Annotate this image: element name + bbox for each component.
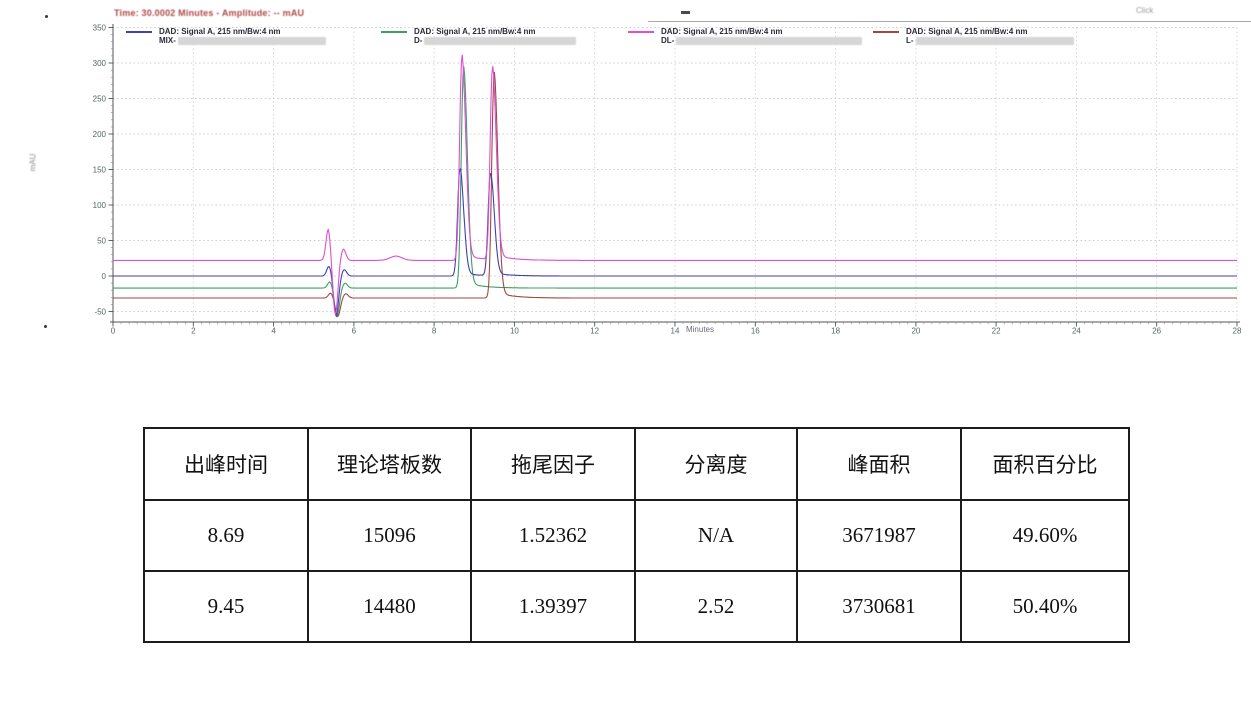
x-tick-label: 2 (191, 327, 196, 336)
tailing-factor-value: 1.39397 (471, 571, 635, 642)
trace-MIX (113, 169, 1237, 316)
y-tick-label: 50 (97, 236, 106, 245)
x-axis-title: Minutes (660, 325, 740, 334)
x-tick-label: 0 (111, 327, 116, 336)
y-tick-label: 100 (93, 201, 107, 210)
column-header-area-percent: 面积百分比 (961, 428, 1129, 500)
chromatogram-plot: 0246810121416182022242628-50050100150200… (0, 0, 1251, 345)
y-tick-label: 0 (102, 272, 107, 281)
y-tick-label: 350 (93, 23, 107, 32)
x-tick-label: 28 (1233, 327, 1242, 336)
legend-signal-label: DAD: Signal A, 215 nm/Bw:4 nm (414, 27, 536, 36)
legend-signal-label: DAD: Signal A, 215 nm/Bw:4 nm (906, 27, 1028, 36)
column-header-tailing-factor: 拖尾因子 (471, 428, 635, 500)
retention-time-value: 9.45 (144, 571, 308, 642)
resolution-value: 2.52 (635, 571, 797, 642)
redacted-sample-id (178, 37, 326, 45)
x-tick-label: 10 (510, 327, 519, 336)
table-row-peak-1: 8.69 15096 1.52362 N/A 3671987 49.60% (144, 500, 1129, 571)
legend-entry-dl: DAD: Signal A, 215 nm/Bw:4 nm DL- (628, 27, 862, 45)
retention-time-value: 8.69 (144, 500, 308, 571)
legend-signal-label: DAD: Signal A, 215 nm/Bw:4 nm (159, 27, 281, 36)
x-tick-label: 18 (831, 327, 840, 336)
x-tick-label: 16 (751, 327, 760, 336)
gridlines (113, 28, 1237, 323)
y-axis-title: mAU (28, 154, 37, 172)
redacted-sample-id (676, 37, 862, 45)
legend-sample-label: MIX- (159, 36, 176, 45)
peak-results-table: 出峰时间 理论塔板数 拖尾因子 分离度 峰面积 面积百分比 8.69 15096… (143, 427, 1130, 643)
legend-line-swatch (628, 31, 654, 33)
redacted-sample-id (424, 37, 576, 45)
legend-line-swatch (126, 31, 152, 33)
peak-area-value: 3671987 (797, 500, 961, 571)
redacted-sample-id (916, 37, 1074, 45)
legend-signal-label: DAD: Signal A, 215 nm/Bw:4 nm (661, 27, 783, 36)
legend-line-swatch (381, 31, 407, 33)
column-header-peak-area: 峰面积 (797, 428, 961, 500)
legend-sample-label: L- (906, 36, 914, 45)
x-tick-label: 24 (1072, 327, 1081, 336)
legend-sample-label: DL- (661, 36, 674, 45)
area-percent-value: 49.60% (961, 500, 1129, 571)
theoretical-plates-value: 15096 (308, 500, 471, 571)
x-tick-label: 8 (432, 327, 437, 336)
y-tick-label: 300 (93, 59, 107, 68)
area-percent-value: 50.40% (961, 571, 1129, 642)
x-tick-label: 20 (911, 327, 920, 336)
table-header-row: 出峰时间 理论塔板数 拖尾因子 分离度 峰面积 面积百分比 (144, 428, 1129, 500)
y-tick-label: 200 (93, 130, 107, 139)
y-tick-label: 250 (93, 94, 107, 103)
y-tick-label: 150 (93, 165, 107, 174)
legend-line-swatch (873, 31, 899, 33)
tailing-factor-value: 1.52362 (471, 500, 635, 571)
peak-area-value: 3730681 (797, 571, 961, 642)
legend-entry-mix: DAD: Signal A, 215 nm/Bw:4 nm MIX- (126, 27, 326, 45)
column-header-retention-time: 出峰时间 (144, 428, 308, 500)
table-row-peak-2: 9.45 14480 1.39397 2.52 3730681 50.40% (144, 571, 1129, 642)
tick-labels: 0246810121416182022242628-50050100150200… (93, 23, 1242, 335)
column-header-resolution: 分离度 (635, 428, 797, 500)
trace-L (113, 72, 1237, 316)
legend-sample-label: D- (414, 36, 422, 45)
theoretical-plates-value: 14480 (308, 571, 471, 642)
axes (109, 24, 1241, 327)
legend-entry-d: DAD: Signal A, 215 nm/Bw:4 nm D- (381, 27, 576, 45)
legend-entry-l: DAD: Signal A, 215 nm/Bw:4 nm L- (873, 27, 1074, 45)
x-tick-label: 22 (992, 327, 1001, 336)
page: Time: 30.0002 Minutes - Amplitude: -- mA… (0, 0, 1251, 713)
resolution-value: N/A (635, 500, 797, 571)
x-tick-label: 4 (271, 327, 276, 336)
x-tick-label: 12 (590, 327, 599, 336)
x-tick-label: 6 (352, 327, 357, 336)
y-tick-label: -50 (94, 307, 106, 316)
column-header-theoretical-plates: 理论塔板数 (308, 428, 471, 500)
x-tick-label: 26 (1152, 327, 1161, 336)
